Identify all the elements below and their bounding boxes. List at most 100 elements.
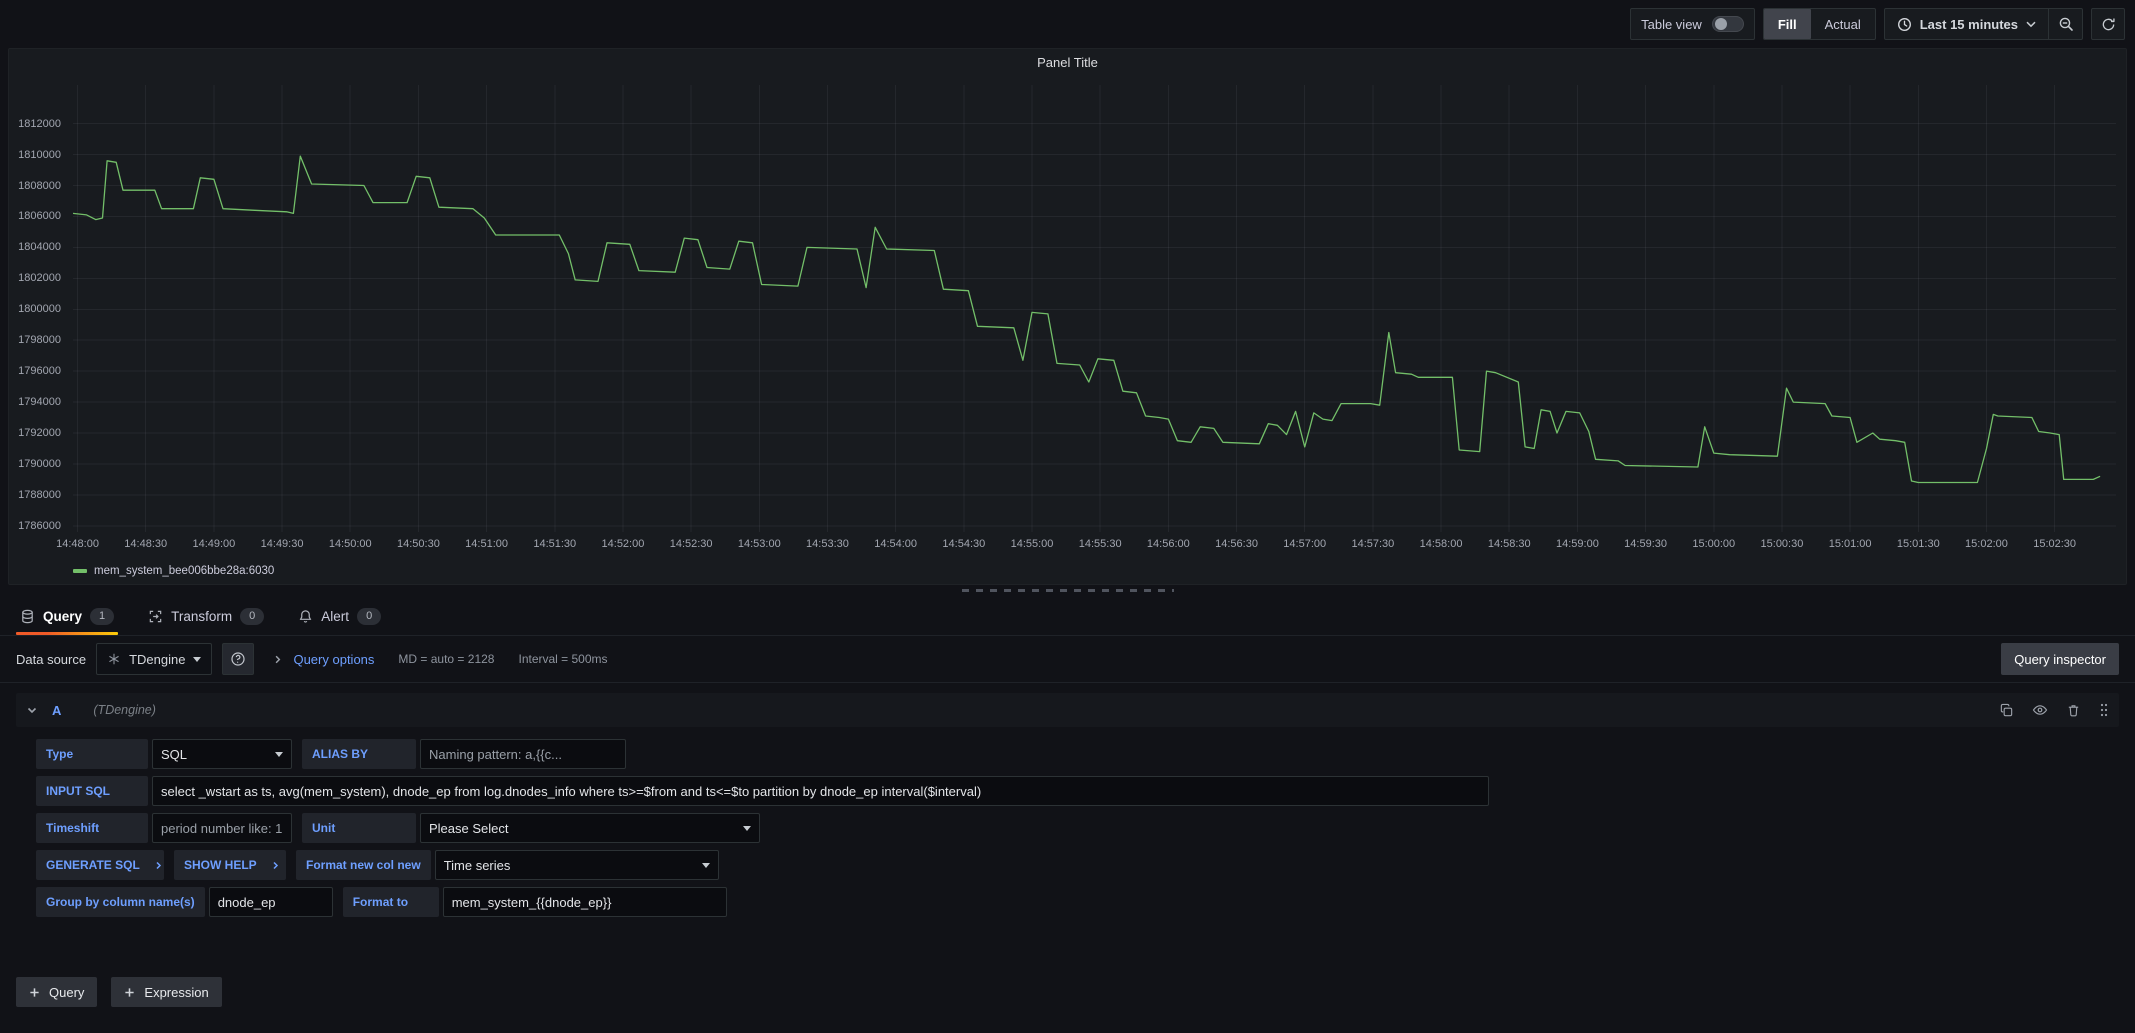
x-tick-label: 14:49:00 [192, 538, 235, 550]
panel-title[interactable]: Panel Title [9, 49, 2126, 77]
caret-down-icon [193, 657, 201, 662]
x-tick-label: 14:52:30 [670, 538, 713, 550]
x-tick-label: 14:51:30 [533, 538, 576, 550]
interval-info: Interval = 500ms [518, 652, 607, 666]
x-tick-label: 14:54:30 [942, 538, 985, 550]
show-help-button[interactable]: SHOW HELP [174, 850, 286, 880]
datasource-help-button[interactable] [222, 643, 254, 675]
x-tick-label: 15:02:00 [1965, 538, 2008, 550]
x-tick-label: 14:52:00 [602, 538, 645, 550]
tab-transform-count: 0 [240, 608, 264, 625]
row-generate-sql: GENERATE SQL SHOW HELP Format new col ne… [36, 850, 2119, 880]
panel: Panel Title 1812000181000018080001806000… [8, 48, 2127, 585]
group-by-label: Group by column name(s) [36, 887, 205, 917]
x-tick-label: 14:48:00 [56, 538, 99, 550]
fill-button[interactable]: Fill [1764, 9, 1811, 39]
query-options-link[interactable]: Query options [293, 652, 374, 667]
time-range-picker[interactable]: Last 15 minutes [1885, 9, 2048, 39]
caret-down-icon [743, 826, 751, 831]
table-view-control: Table view [1630, 8, 1755, 40]
generate-sql-label: GENERATE SQL [46, 858, 140, 872]
datasource-label: Data source [16, 652, 86, 667]
tab-alert-label: Alert [321, 609, 349, 624]
add-query-label: Query [49, 985, 84, 1000]
query-ref-id[interactable]: A [52, 703, 61, 718]
query-options-chevron-icon[interactable] [272, 654, 283, 665]
x-tick-label: 14:53:00 [738, 538, 781, 550]
collapse-chevron-icon[interactable] [26, 704, 38, 716]
alias-by-input[interactable] [420, 739, 626, 769]
y-tick-label: 1796000 [18, 365, 61, 377]
x-tick-label: 14:56:00 [1147, 538, 1190, 550]
format-select[interactable]: Time series [435, 850, 719, 880]
y-tick-label: 1792000 [18, 427, 61, 439]
query-inspector-button[interactable]: Query inspector [2001, 643, 2119, 675]
drag-handle-icon[interactable] [2099, 702, 2109, 718]
max-data-points-info: MD = auto = 2128 [398, 652, 494, 666]
tab-alert-count: 0 [357, 608, 381, 625]
x-tick-label: 14:54:00 [874, 538, 917, 550]
x-tick-label: 14:51:00 [465, 538, 508, 550]
x-tick-label: 14:57:00 [1283, 538, 1326, 550]
table-view-label: Table view [1641, 17, 1702, 32]
type-select[interactable]: SQL [152, 739, 292, 769]
refresh-icon [2101, 17, 2116, 32]
x-tick-label: 14:58:00 [1420, 538, 1463, 550]
grafana-panel-editor: Table view Fill Actual Last 15 minutes P… [0, 0, 2135, 1033]
add-expression-button[interactable]: Expression [111, 977, 221, 1007]
chevron-right-icon [271, 861, 280, 870]
x-axis-labels: 14:48:0014:48:3014:49:0014:49:3014:50:00… [73, 538, 2116, 554]
format-label: Format new col new [296, 850, 431, 880]
alias-by-label: ALIAS BY [302, 739, 416, 769]
y-tick-label: 1806000 [18, 210, 61, 222]
datasource-name: TDengine [129, 652, 185, 667]
help-circle-icon [230, 651, 246, 667]
transform-icon [148, 609, 163, 624]
row-timeshift: Timeshift Unit Please Select [36, 813, 2119, 843]
duplicate-query-button[interactable] [1999, 703, 2014, 718]
clock-icon [1897, 17, 1912, 32]
add-query-button[interactable]: Query [16, 977, 97, 1007]
tab-transform[interactable]: Transform 0 [144, 598, 268, 635]
legend-item[interactable]: mem_system_bee006bbe28a:6030 [73, 565, 274, 577]
show-help-label: SHOW HELP [184, 858, 257, 872]
tab-query[interactable]: Query 1 [16, 598, 118, 635]
tab-alert[interactable]: Alert 0 [294, 598, 385, 635]
x-tick-label: 15:02:30 [2033, 538, 2076, 550]
zoom-out-button[interactable] [2048, 9, 2082, 39]
format-to-input[interactable] [443, 887, 727, 917]
table-view-toggle[interactable] [1712, 16, 1744, 32]
timeshift-label: Timeshift [36, 813, 148, 843]
tab-query-label: Query [43, 609, 82, 624]
timeshift-input[interactable] [152, 813, 292, 843]
magnifier-minus-icon [2058, 16, 2074, 32]
type-label: Type [36, 739, 148, 769]
toggle-visibility-button[interactable] [2032, 702, 2048, 718]
x-tick-label: 14:55:00 [1011, 538, 1054, 550]
unit-select[interactable]: Please Select [420, 813, 760, 843]
actual-button[interactable]: Actual [1811, 9, 1875, 39]
refresh-button[interactable] [2091, 8, 2125, 40]
pane-resize-handle[interactable] [962, 589, 1174, 592]
y-tick-label: 1790000 [18, 458, 61, 470]
time-range-label: Last 15 minutes [1920, 17, 2018, 32]
datasource-picker[interactable]: TDengine [96, 643, 212, 675]
x-tick-label: 14:59:00 [1556, 538, 1599, 550]
plot-area[interactable] [73, 85, 2116, 532]
delete-query-button[interactable] [2066, 703, 2081, 718]
y-tick-label: 1794000 [18, 396, 61, 408]
datasource-row: Data source TDengine Query options MD = … [0, 636, 2135, 683]
input-sql-input[interactable] [152, 776, 1489, 806]
database-icon [20, 609, 35, 624]
pane-size-segmented: Fill Actual [1763, 8, 1876, 40]
format-to-label: Format to [343, 887, 439, 917]
add-expression-label: Expression [144, 985, 208, 1000]
y-tick-label: 1786000 [18, 520, 61, 532]
editor-pane: Query 1 Transform 0 Alert 0 Data source … [0, 598, 2135, 1033]
group-by-input[interactable] [209, 887, 333, 917]
y-tick-label: 1804000 [18, 241, 61, 253]
tdengine-logo-icon [107, 652, 121, 666]
legend-swatch [73, 569, 87, 573]
x-tick-label: 14:56:30 [1215, 538, 1258, 550]
generate-sql-button[interactable]: GENERATE SQL [36, 850, 164, 880]
